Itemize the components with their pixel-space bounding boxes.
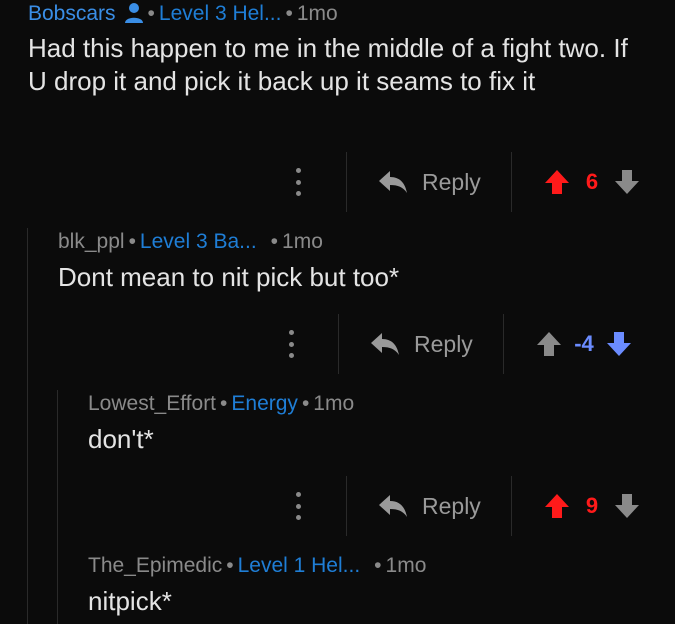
separator-dot: • bbox=[226, 554, 234, 577]
downvote-arrow-icon[interactable] bbox=[614, 169, 640, 195]
comment-body: Dont mean to nit pick but too* bbox=[58, 262, 400, 292]
vote-widget: 6 bbox=[544, 166, 640, 198]
author-name[interactable]: The_Epimedic bbox=[88, 554, 222, 577]
vote-score: -4 bbox=[574, 331, 594, 356]
comment-action-bar: Reply 6 bbox=[0, 152, 675, 212]
comment-body: Had this happen to me in the middle of a… bbox=[28, 33, 628, 96]
timestamp: 1mo bbox=[313, 392, 355, 415]
author-name[interactable]: Lowest_Effort bbox=[88, 392, 216, 415]
vote-widget: -4 bbox=[536, 328, 632, 360]
divider bbox=[503, 314, 504, 374]
separator-dot: • bbox=[374, 554, 382, 577]
kebab-menu-icon[interactable] bbox=[295, 492, 301, 520]
divider bbox=[511, 476, 512, 536]
comment-thread: Bobscars • Level 3 Hel... • 1mo Had this hap… bbox=[0, 0, 675, 624]
downvote-arrow-icon[interactable] bbox=[614, 493, 640, 519]
comment-meta: Bobscars • Level 3 Hel... • 1mo bbox=[28, 0, 338, 32]
vote-score: 9 bbox=[585, 493, 599, 518]
reply-label: Reply bbox=[422, 168, 481, 195]
comment-body: nitpick* bbox=[88, 586, 172, 616]
kebab-menu-icon[interactable] bbox=[295, 168, 301, 196]
divider bbox=[346, 152, 347, 212]
separator-dot: • bbox=[270, 230, 279, 253]
comment-action-bar: Reply -4 bbox=[0, 314, 675, 374]
separator-dot: • bbox=[285, 2, 293, 25]
downvote-arrow-icon[interactable] bbox=[606, 331, 632, 357]
comment-body: don't* bbox=[88, 424, 154, 454]
comment-action-bar: Reply 9 bbox=[0, 476, 675, 536]
author-name[interactable]: blk_ppl bbox=[58, 230, 125, 253]
divider bbox=[346, 476, 347, 536]
user-flair: Level 3 Ba... bbox=[139, 230, 257, 253]
user-flair: Level 3 Hel... bbox=[158, 2, 282, 25]
divider bbox=[338, 314, 339, 374]
author-name[interactable]: Bobscars bbox=[28, 2, 116, 25]
comment-meta: blk_ppl • Level 3 Ba... • 1mo bbox=[58, 228, 323, 256]
separator-dot: • bbox=[147, 2, 155, 25]
separator-dot: • bbox=[220, 392, 228, 415]
reply-label: Reply bbox=[414, 330, 473, 357]
divider bbox=[511, 152, 512, 212]
reply-label: Reply bbox=[422, 492, 481, 519]
upvote-arrow-icon[interactable] bbox=[544, 493, 570, 519]
upvote-arrow-icon[interactable] bbox=[536, 331, 562, 357]
comment-meta: The_Epimedic • Level 1 Hel... • 1mo bbox=[88, 552, 426, 580]
vote-score: 6 bbox=[585, 169, 599, 194]
reply-button[interactable]: Reply bbox=[378, 166, 481, 198]
timestamp: 1mo bbox=[385, 554, 427, 577]
upvote-arrow-icon[interactable] bbox=[544, 169, 570, 195]
timestamp: 1mo bbox=[296, 2, 338, 25]
thread-line-level-1 bbox=[27, 228, 28, 624]
reply-button[interactable]: Reply bbox=[370, 328, 473, 360]
person-icon bbox=[124, 2, 144, 32]
separator-dot: • bbox=[128, 230, 136, 253]
reply-arrow-icon bbox=[379, 171, 407, 193]
reply-button[interactable]: Reply bbox=[378, 490, 481, 522]
comment-meta: Lowest_Effort • Energy • 1mo bbox=[88, 390, 354, 418]
timestamp: 1mo bbox=[282, 230, 323, 253]
user-flair: Energy bbox=[231, 392, 298, 415]
user-flair: Level 1 Hel... bbox=[237, 554, 361, 577]
reply-arrow-icon bbox=[379, 495, 407, 517]
reply-arrow-icon bbox=[371, 333, 399, 355]
kebab-menu-icon[interactable] bbox=[288, 330, 294, 358]
separator-dot: • bbox=[301, 392, 310, 415]
vote-widget: 9 bbox=[544, 490, 640, 522]
